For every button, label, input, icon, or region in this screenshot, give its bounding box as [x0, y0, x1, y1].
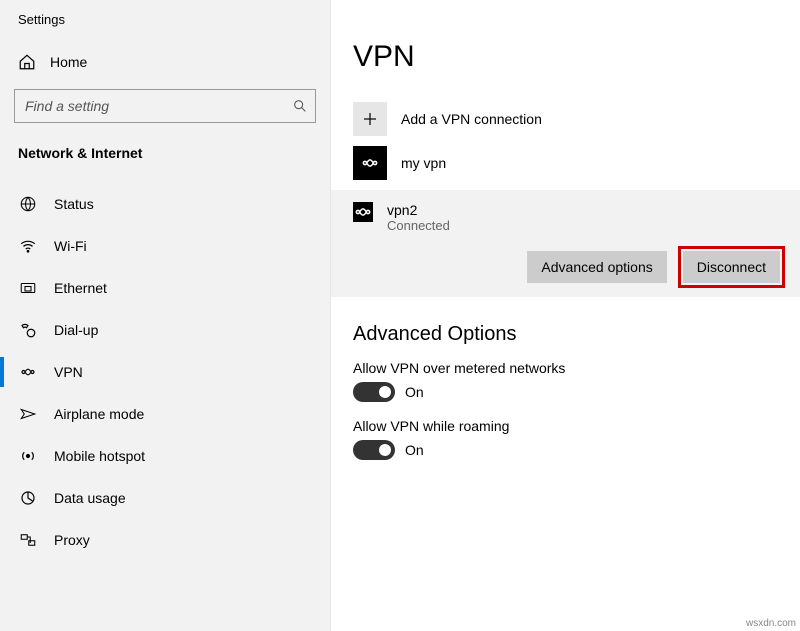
sidebar-item-airplane[interactable]: Airplane mode [0, 393, 330, 435]
sidebar-item-datausage[interactable]: Data usage [0, 477, 330, 519]
page-title: VPN [353, 40, 778, 74]
toggle-roaming-state: On [405, 442, 424, 458]
toggle-roaming[interactable] [353, 440, 395, 460]
vpn-selected-name: vpn2 [387, 202, 450, 218]
option-roaming: Allow VPN while roaming On [353, 418, 778, 460]
vpn-selected-card: vpn2 Connected Advanced options Disconne… [331, 190, 800, 297]
vpn-selected-status: Connected [387, 218, 450, 233]
ethernet-icon [18, 279, 38, 297]
option-roaming-label: Allow VPN while roaming [353, 418, 778, 434]
nav-list: Status Wi-Fi Ethernet Dial-up VPN [0, 183, 330, 561]
data-usage-icon [18, 489, 38, 507]
dialup-icon [18, 321, 38, 339]
search-wrap [14, 89, 316, 123]
home-label: Home [50, 54, 87, 70]
nav-label: Data usage [54, 490, 126, 506]
toggle-metered[interactable] [353, 382, 395, 402]
nav-label: Proxy [54, 532, 90, 548]
sidebar-item-status[interactable]: Status [0, 183, 330, 225]
add-vpn-row[interactable]: Add a VPN connection [353, 102, 778, 136]
search-icon [292, 98, 308, 114]
hotspot-icon [18, 447, 38, 465]
category-title: Network & Internet [0, 141, 330, 183]
app-title: Settings [0, 0, 330, 45]
add-vpn-label: Add a VPN connection [401, 111, 542, 127]
vpn-entry[interactable]: my vpn [353, 146, 778, 180]
nav-label: Status [54, 196, 94, 212]
sidebar-item-hotspot[interactable]: Mobile hotspot [0, 435, 330, 477]
advanced-options-button[interactable]: Advanced options [527, 251, 666, 283]
nav-label: Ethernet [54, 280, 107, 296]
nav-label: VPN [54, 364, 83, 380]
sidebar-item-proxy[interactable]: Proxy [0, 519, 330, 561]
vpn-entry-selected[interactable]: vpn2 Connected [353, 202, 786, 233]
status-icon [18, 195, 38, 213]
sidebar-item-dialup[interactable]: Dial-up [0, 309, 330, 351]
search-input[interactable] [14, 89, 316, 123]
option-metered: Allow VPN over metered networks On [353, 360, 778, 402]
sidebar-item-home[interactable]: Home [0, 45, 330, 89]
vpn-entry-name: my vpn [401, 155, 446, 171]
sidebar-item-ethernet[interactable]: Ethernet [0, 267, 330, 309]
vpn-icon [18, 363, 38, 381]
sidebar-item-wifi[interactable]: Wi-Fi [0, 225, 330, 267]
disconnect-button[interactable]: Disconnect [683, 251, 780, 283]
sidebar: Settings Home Network & Internet Status … [0, 0, 331, 631]
nav-label: Airplane mode [54, 406, 144, 422]
option-metered-label: Allow VPN over metered networks [353, 360, 778, 376]
watermark: wsxdn.com [746, 618, 796, 629]
nav-label: Wi-Fi [54, 238, 87, 254]
sidebar-item-vpn[interactable]: VPN [0, 351, 330, 393]
home-icon [18, 53, 36, 71]
nav-label: Mobile hotspot [54, 448, 145, 464]
wifi-icon [18, 237, 38, 255]
vpn-conn-icon [353, 146, 387, 180]
vpn-conn-icon [353, 202, 373, 222]
airplane-icon [18, 405, 38, 423]
nav-label: Dial-up [54, 322, 98, 338]
toggle-metered-state: On [405, 384, 424, 400]
proxy-icon [18, 531, 38, 549]
content: VPN Add a VPN connection my vpn vpn2 Con… [331, 0, 800, 631]
advanced-section-title: Advanced Options [353, 323, 778, 346]
plus-icon [353, 102, 387, 136]
